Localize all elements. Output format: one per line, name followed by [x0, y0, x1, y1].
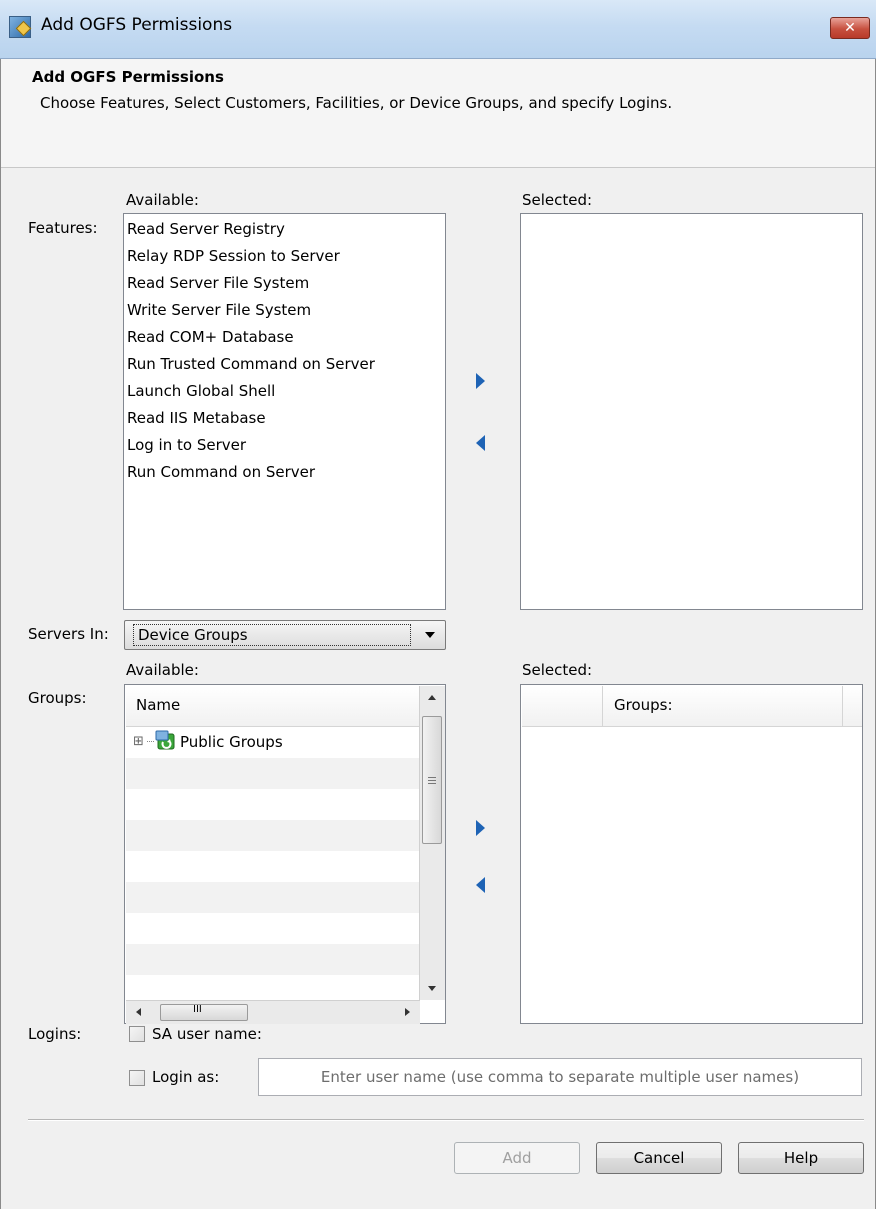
- groups-selected-table[interactable]: Groups:: [520, 684, 863, 1024]
- scroll-thumb[interactable]: [422, 716, 442, 844]
- horizontal-scrollbar[interactable]: III: [126, 1000, 420, 1024]
- groups-selected-label: Selected:: [522, 661, 593, 679]
- list-item[interactable]: Read COM+ Database: [127, 328, 294, 346]
- vertical-scrollbar[interactable]: [419, 686, 445, 1000]
- window-title: Add OGFS Permissions: [41, 15, 233, 35]
- grip-icon: III: [193, 1004, 202, 1015]
- sa-user-checkbox[interactable]: [129, 1026, 145, 1042]
- tree-column-header[interactable]: Name: [126, 686, 420, 727]
- login-as-checkbox[interactable]: [129, 1070, 145, 1086]
- table-row[interactable]: ⊞ Public Groups: [126, 727, 420, 758]
- arrow-left-icon[interactable]: [476, 435, 485, 451]
- separator: [28, 1119, 864, 1121]
- features-available-list[interactable]: Read Server Registry Relay RDP Session t…: [123, 213, 446, 610]
- column-divider: [602, 686, 603, 726]
- table-row: [126, 758, 420, 789]
- grip-line: [428, 777, 436, 778]
- table-row: [126, 820, 420, 851]
- public-groups-icon: [155, 730, 177, 752]
- login-as-label: Login as:: [152, 1068, 220, 1086]
- help-button[interactable]: Help: [738, 1142, 864, 1174]
- column-divider: [842, 686, 843, 726]
- scroll-down-icon[interactable]: [428, 986, 436, 991]
- table-row: [126, 882, 420, 913]
- table-row: [126, 913, 420, 944]
- arrow-right-icon[interactable]: [476, 820, 485, 836]
- features-selected-label: Selected:: [522, 191, 593, 209]
- scroll-right-icon[interactable]: [405, 1008, 410, 1016]
- table-row: [126, 789, 420, 820]
- features-available-label: Available:: [126, 191, 199, 209]
- add-button[interactable]: Add: [454, 1142, 580, 1174]
- groups-tree[interactable]: Name ⊞ Public Groups III: [124, 684, 446, 1024]
- header-title: Add OGFS Permissions: [32, 68, 224, 86]
- table-row: [126, 944, 420, 975]
- tree-connector: [147, 741, 154, 742]
- chevron-down-icon: [425, 632, 435, 638]
- list-item[interactable]: Launch Global Shell: [127, 382, 275, 400]
- arrow-right-icon[interactable]: [476, 373, 485, 389]
- list-item[interactable]: Read Server File System: [127, 274, 309, 292]
- scroll-left-icon[interactable]: [136, 1008, 141, 1016]
- arrow-left-icon[interactable]: [476, 877, 485, 893]
- hscroll-thumb[interactable]: III: [160, 1004, 248, 1021]
- list-item[interactable]: Relay RDP Session to Server: [127, 247, 340, 265]
- list-item[interactable]: Log in to Server: [127, 436, 246, 454]
- scroll-up-icon[interactable]: [428, 695, 436, 700]
- column-name-label: Name: [136, 696, 181, 714]
- login-as-input[interactable]: Enter user name (use comma to separate m…: [258, 1058, 862, 1096]
- grip-line: [428, 780, 436, 781]
- close-button[interactable]: ✕: [830, 17, 870, 39]
- list-item[interactable]: Read IIS Metabase: [127, 409, 266, 427]
- list-item[interactable]: Read Server Registry: [127, 220, 285, 238]
- list-item[interactable]: Write Server File System: [127, 301, 311, 319]
- cancel-button[interactable]: Cancel: [596, 1142, 722, 1174]
- expand-icon[interactable]: ⊞: [133, 734, 144, 749]
- servers-in-value: Device Groups: [133, 624, 411, 646]
- logins-label: Logins:: [28, 1025, 82, 1043]
- servers-in-select[interactable]: Device Groups: [124, 620, 446, 650]
- tree-item-label: Public Groups: [180, 733, 283, 751]
- features-selected-list[interactable]: [520, 213, 863, 610]
- table-row: [126, 975, 420, 1000]
- groups-column-header[interactable]: Groups:: [614, 696, 673, 714]
- features-label: Features:: [28, 219, 98, 237]
- groups-available-label: Available:: [126, 661, 199, 679]
- list-item[interactable]: Run Command on Server: [127, 463, 315, 481]
- list-item[interactable]: Run Trusted Command on Server: [127, 355, 375, 373]
- sa-user-label: SA user name:: [152, 1025, 262, 1043]
- groups-label: Groups:: [28, 689, 87, 707]
- selected-table-header: Groups:: [522, 686, 862, 727]
- header-description: Choose Features, Select Customers, Facil…: [40, 94, 673, 112]
- app-icon: [9, 16, 31, 38]
- table-row: [126, 851, 420, 882]
- grip-line: [428, 783, 436, 784]
- servers-in-label: Servers In:: [28, 625, 109, 643]
- close-icon: ✕: [844, 20, 856, 36]
